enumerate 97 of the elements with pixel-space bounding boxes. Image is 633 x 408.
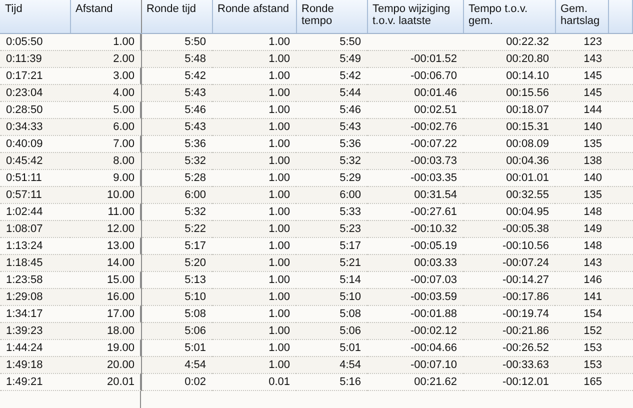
table-cell: -00:21.86 (463, 322, 555, 339)
table-cell: 16.00 (70, 288, 141, 305)
column-header[interactable]: Ronde tijd (141, 0, 212, 33)
column-header[interactable]: Tempo t.o.v. gem. (463, 0, 555, 33)
table-cell: 5:21 (296, 254, 367, 271)
column-header[interactable]: Afstand (70, 0, 141, 33)
table-cell: -00:03.73 (367, 152, 463, 169)
table-cell: 00:21.62 (367, 373, 463, 390)
table-cell: 5:32 (296, 152, 367, 169)
table-cell: 4:54 (141, 356, 212, 373)
table-cell: 1:18:45 (0, 254, 70, 271)
table-cell: -00:01.52 (367, 50, 463, 67)
table-cell: 1.00 (212, 220, 296, 237)
table-cell: 140 (555, 118, 608, 135)
table-cell: 1:49:21 (0, 373, 70, 390)
header-filler (608, 0, 632, 33)
table-cell: 5:06 (141, 322, 212, 339)
table-cell: 20.00 (70, 356, 141, 373)
table-cell: 5:23 (296, 220, 367, 237)
table-cell: 5:06 (296, 322, 367, 339)
table-cell: 145 (555, 84, 608, 101)
table-cell: -00:17.86 (463, 288, 555, 305)
table-cell: 6:00 (141, 186, 212, 203)
table-cell: 00:32.55 (463, 186, 555, 203)
table-cell: 135 (555, 186, 608, 203)
table-cell: 00:04.36 (463, 152, 555, 169)
table-cell: 5:43 (141, 84, 212, 101)
table-cell: -00:02.76 (367, 118, 463, 135)
table-cell: -00:02.12 (367, 322, 463, 339)
table-cell: 1.00 (212, 84, 296, 101)
table-cell: 153 (555, 356, 608, 373)
table-cell: 143 (555, 50, 608, 67)
table-cell: 0:45:42 (0, 152, 70, 169)
table-cell: 1.00 (212, 356, 296, 373)
table-cell: 1:49:18 (0, 356, 70, 373)
table-cell: 5:10 (296, 288, 367, 305)
table-cell: 5:16 (296, 373, 367, 390)
table-cell: 5:20 (141, 254, 212, 271)
table-cell: 149 (555, 220, 608, 237)
table-cell: 0:02 (141, 373, 212, 390)
table-cell: 4:54 (296, 356, 367, 373)
table-cell: 00:01.46 (367, 84, 463, 101)
table-cell: 141 (555, 288, 608, 305)
table-cell: 18.00 (70, 322, 141, 339)
table-cell: 1.00 (212, 50, 296, 67)
table-cell: -00:33.63 (463, 356, 555, 373)
table-cell: 0:11:39 (0, 50, 70, 67)
table-cell: 152 (555, 322, 608, 339)
table-cell: 143 (555, 254, 608, 271)
column-header[interactable]: Tempo wijziging t.o.v. laatste (367, 0, 463, 33)
table-cell: 5:32 (141, 152, 212, 169)
table-cell: 6:00 (296, 186, 367, 203)
table-cell: -00:12.01 (463, 373, 555, 390)
table-cell: 6.00 (70, 118, 141, 135)
table-cell: -00:03.59 (367, 288, 463, 305)
table-cell: -00:10.32 (367, 220, 463, 237)
table-cell: 10.00 (70, 186, 141, 203)
table-cell: 00:03.33 (367, 254, 463, 271)
column-header[interactable]: Tijd (0, 0, 70, 33)
table-cell: 5:48 (141, 50, 212, 67)
table-cell: -00:07.10 (367, 356, 463, 373)
table-cell: 8.00 (70, 152, 141, 169)
table-cell: 14.00 (70, 254, 141, 271)
table-cell: 4.00 (70, 84, 141, 101)
table-cell: 1:39:23 (0, 322, 70, 339)
table-cell: 0:57:11 (0, 186, 70, 203)
column-header[interactable]: Ronde tempo (296, 0, 367, 33)
table-cell: 20.01 (70, 373, 141, 390)
table-cell: 5:43 (141, 118, 212, 135)
table-cell: 00:15.31 (463, 118, 555, 135)
table-cell: 5:22 (141, 220, 212, 237)
table-cell: -00:07.24 (463, 254, 555, 271)
table-cell: 0:23:04 (0, 84, 70, 101)
table-cell: 00:15.56 (463, 84, 555, 101)
table-cell: 5:43 (296, 118, 367, 135)
table-cell: 165 (555, 373, 608, 390)
table-cell: 0:34:33 (0, 118, 70, 135)
table-cell: 12.00 (70, 220, 141, 237)
table-cell: 5:49 (296, 50, 367, 67)
table-cell: 2.00 (70, 50, 141, 67)
table-cell: 1.00 (212, 322, 296, 339)
table-cell: 138 (555, 152, 608, 169)
table-cell: 1.00 (212, 254, 296, 271)
table-cell: 1.00 (212, 152, 296, 169)
table-cell: 1:29:08 (0, 288, 70, 305)
table-cell: 1:08:07 (0, 220, 70, 237)
table-cell: 00:31.54 (367, 186, 463, 203)
table-cell: 1.00 (212, 288, 296, 305)
table-cell: 1.00 (212, 186, 296, 203)
table-cell: 00:20.80 (463, 50, 555, 67)
table-cell: -00:05.38 (463, 220, 555, 237)
column-header[interactable]: Ronde afstand (212, 0, 296, 33)
table-cell: 5:44 (296, 84, 367, 101)
column-header[interactable]: Gem. hartslag (555, 0, 608, 33)
table-cell: 1.00 (212, 118, 296, 135)
table-cell: 0.01 (212, 373, 296, 390)
table-cell: 5:10 (141, 288, 212, 305)
